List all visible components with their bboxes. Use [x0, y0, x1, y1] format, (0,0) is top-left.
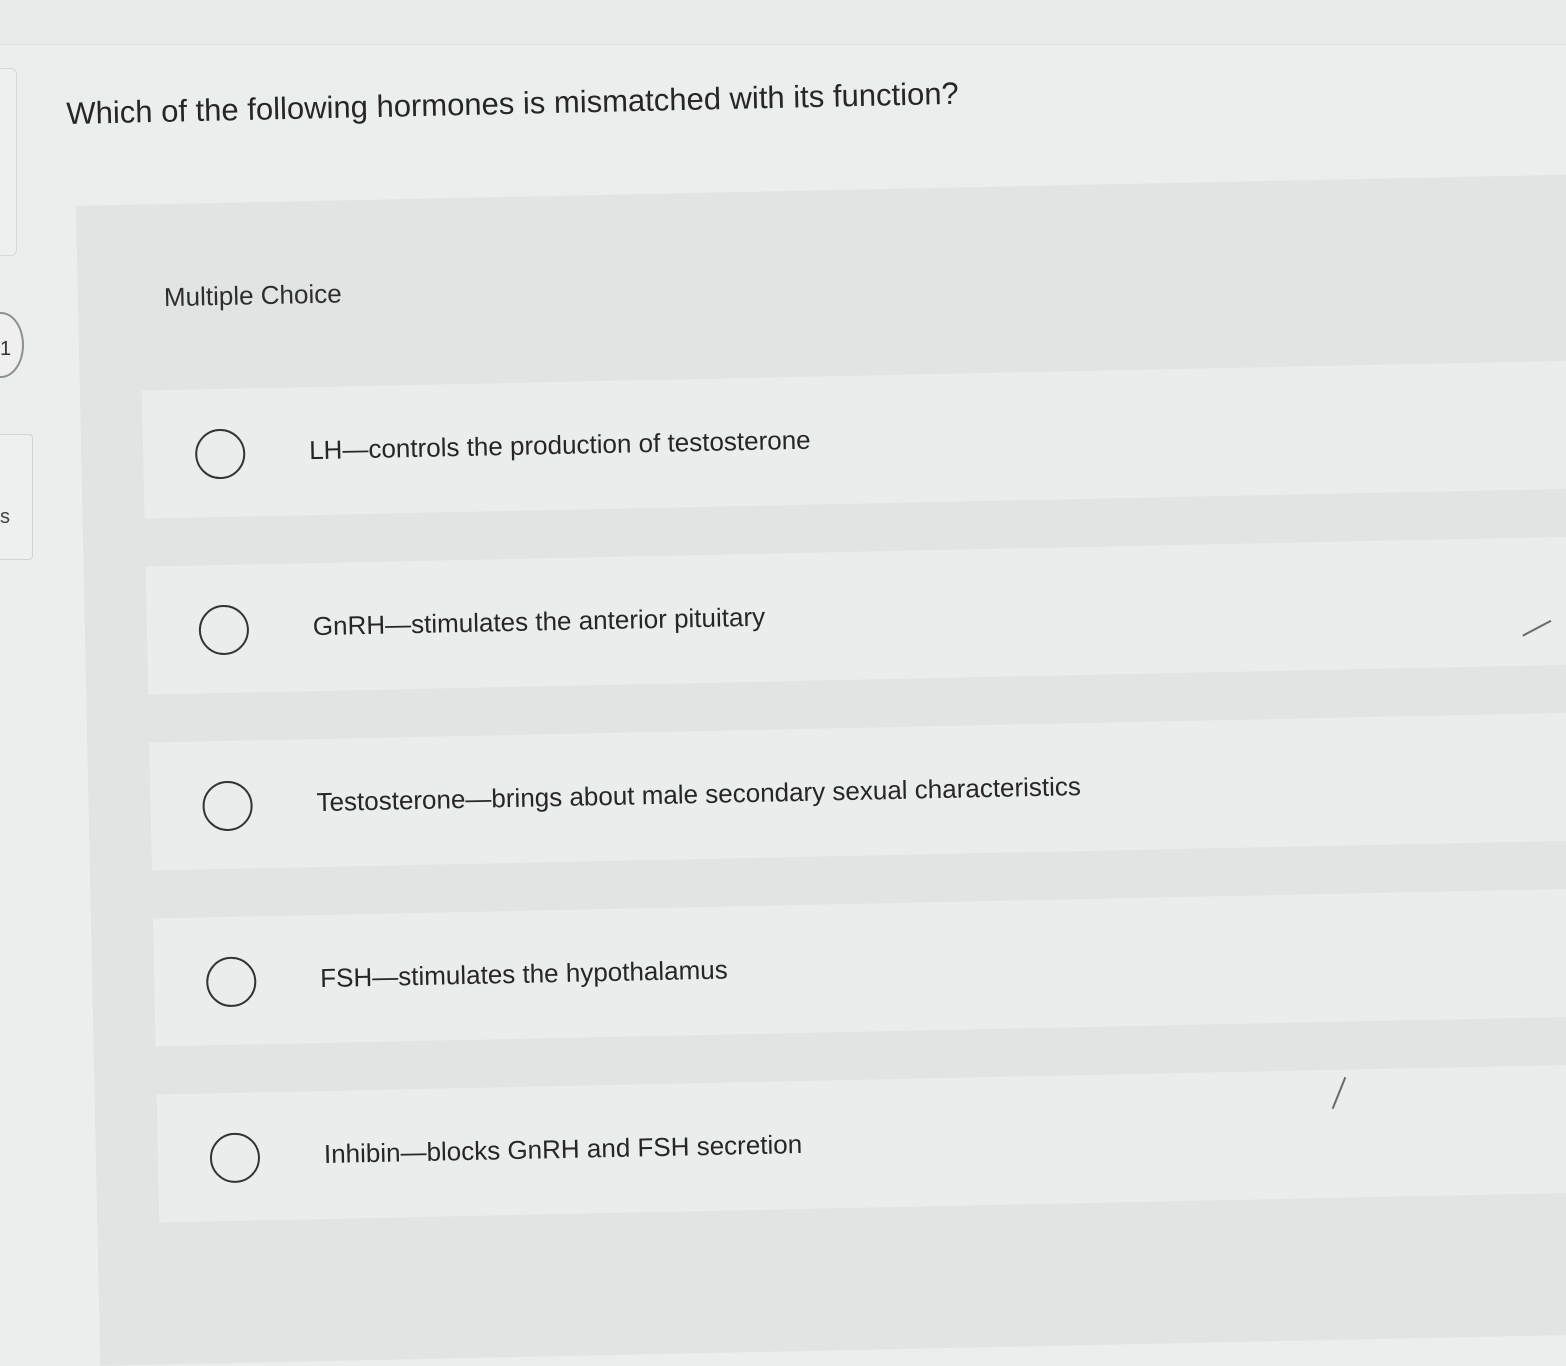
radio-button-icon[interactable]: [198, 604, 250, 656]
answer-option-4[interactable]: FSH—stimulates the hypothalamus: [152, 888, 1566, 1047]
radio-button-icon[interactable]: [209, 1132, 261, 1184]
answer-option-2[interactable]: GnRH—stimulates the anterior pituitary: [145, 536, 1566, 695]
option-label[interactable]: Testosterone—brings about male secondary…: [316, 771, 1081, 818]
answer-option-1[interactable]: LH—controls the production of testostero…: [141, 360, 1566, 519]
option-label[interactable]: LH—controls the production of testostero…: [309, 425, 811, 466]
radio-button-icon[interactable]: [194, 428, 246, 480]
radio-button-icon[interactable]: [205, 956, 257, 1008]
question-type-label: Multiple Choice: [163, 278, 342, 313]
answer-option-5[interactable]: Inhibin—blocks GnRH and FSH secretion: [156, 1064, 1566, 1223]
option-label[interactable]: Inhibin—blocks GnRH and FSH secretion: [324, 1129, 803, 1170]
left-rail-panel: [0, 68, 17, 256]
question-prompt: Which of the following hormones is misma…: [66, 75, 960, 131]
left-rail-tab-label: s: [0, 506, 10, 528]
radio-button-icon[interactable]: [202, 780, 254, 832]
option-label[interactable]: GnRH—stimulates the anterior pituitary: [313, 602, 766, 642]
option-label[interactable]: FSH—stimulates the hypothalamus: [320, 955, 728, 995]
answer-option-3[interactable]: Testosterone—brings about male secondary…: [149, 712, 1566, 871]
answer-panel: Multiple Choice LH—controls the producti…: [76, 174, 1566, 1366]
question-number-text: 1: [0, 338, 12, 360]
left-rail-tab[interactable]: [0, 434, 33, 560]
top-bar: [0, 0, 1566, 45]
